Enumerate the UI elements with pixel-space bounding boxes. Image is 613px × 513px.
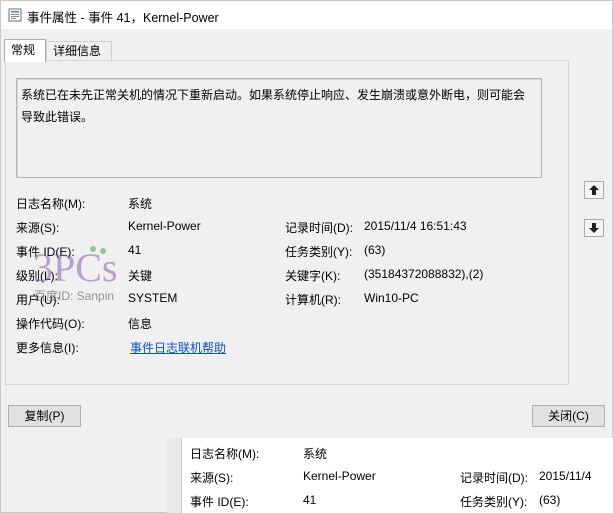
- bg-logged-label: 记录时间(D):: [460, 471, 528, 485]
- online-help-link[interactable]: 事件日志联机帮助: [130, 339, 226, 356]
- background-event-viewer: 日志名称(M): 系统 来源(S): Kernel-Power 记录时间(D):…: [167, 438, 613, 513]
- title-bar[interactable]: 事件属性 - 事件 41，Kernel-Power: [1, 1, 612, 29]
- bg-source-label: 来源(S):: [190, 471, 234, 485]
- computer-label: 计算机(R):: [285, 293, 341, 307]
- watermark-text: 百度ID: Sanpin: [34, 289, 115, 303]
- opcode-label: 操作代码(O):: [16, 317, 85, 331]
- task-category-label: 任务类别(Y):: [285, 245, 353, 259]
- event-viewer-icon: [8, 8, 22, 22]
- keywords-label: 关键字(K):: [285, 269, 341, 283]
- tab-general[interactable]: 常规: [4, 39, 46, 62]
- opcode-value: 信息: [128, 317, 153, 331]
- bg-source-value: Kernel-Power: [303, 469, 376, 483]
- log-name-label: 日志名称(M):: [16, 197, 86, 211]
- window-title: 事件属性 - 事件 41，Kernel-Power: [27, 11, 219, 25]
- logged-time-value: 2015/11/4 16:51:43: [364, 219, 467, 233]
- event-description: 系统已在未先正常关机的情况下重新启动。如果系统停止响应、发生崩溃或意外断电，则可…: [21, 88, 526, 124]
- bg-task-value: (63): [539, 493, 561, 507]
- bg-log-name-value: 系统: [303, 447, 328, 461]
- bg-logged-value: 2015/11/4: [539, 469, 592, 483]
- log-name-value: 系统: [128, 197, 153, 211]
- bg-task-label: 任务类别(Y):: [460, 495, 528, 509]
- event-description-box[interactable]: 系统已在未先正常关机的情况下重新启动。如果系统停止响应、发生崩溃或意外断电，则可…: [16, 78, 542, 178]
- tab-details[interactable]: 详细信息: [46, 41, 112, 61]
- arrow-down-icon: [589, 223, 599, 233]
- event-properties-dialog: 事件属性 - 事件 41，Kernel-Power 常规 详细信息 系统已在未先…: [0, 0, 613, 513]
- source-value: Kernel-Power: [128, 219, 201, 233]
- task-category-value: (63): [364, 243, 386, 257]
- copy-button[interactable]: 复制(P): [8, 405, 81, 427]
- computer-value: Win10-PC: [364, 291, 419, 305]
- more-info-label: 更多信息(I):: [16, 341, 79, 355]
- next-event-button[interactable]: [584, 219, 604, 237]
- bg-log-name-label: 日志名称(M):: [190, 447, 260, 461]
- logged-time-label: 记录时间(D):: [285, 221, 353, 235]
- keywords-value: (35184372088832),(2): [364, 267, 484, 281]
- bg-event-id-value: 41: [303, 493, 317, 507]
- previous-event-button[interactable]: [584, 181, 604, 199]
- arrow-up-icon: [589, 185, 599, 195]
- source-label: 来源(S):: [16, 221, 60, 235]
- tab-strip: 常规 详细信息: [1, 39, 612, 62]
- close-button[interactable]: 关闭(C): [532, 405, 605, 427]
- bg-scroll-strip: [167, 438, 182, 513]
- bg-event-id-label: 事件 ID(E):: [190, 495, 249, 509]
